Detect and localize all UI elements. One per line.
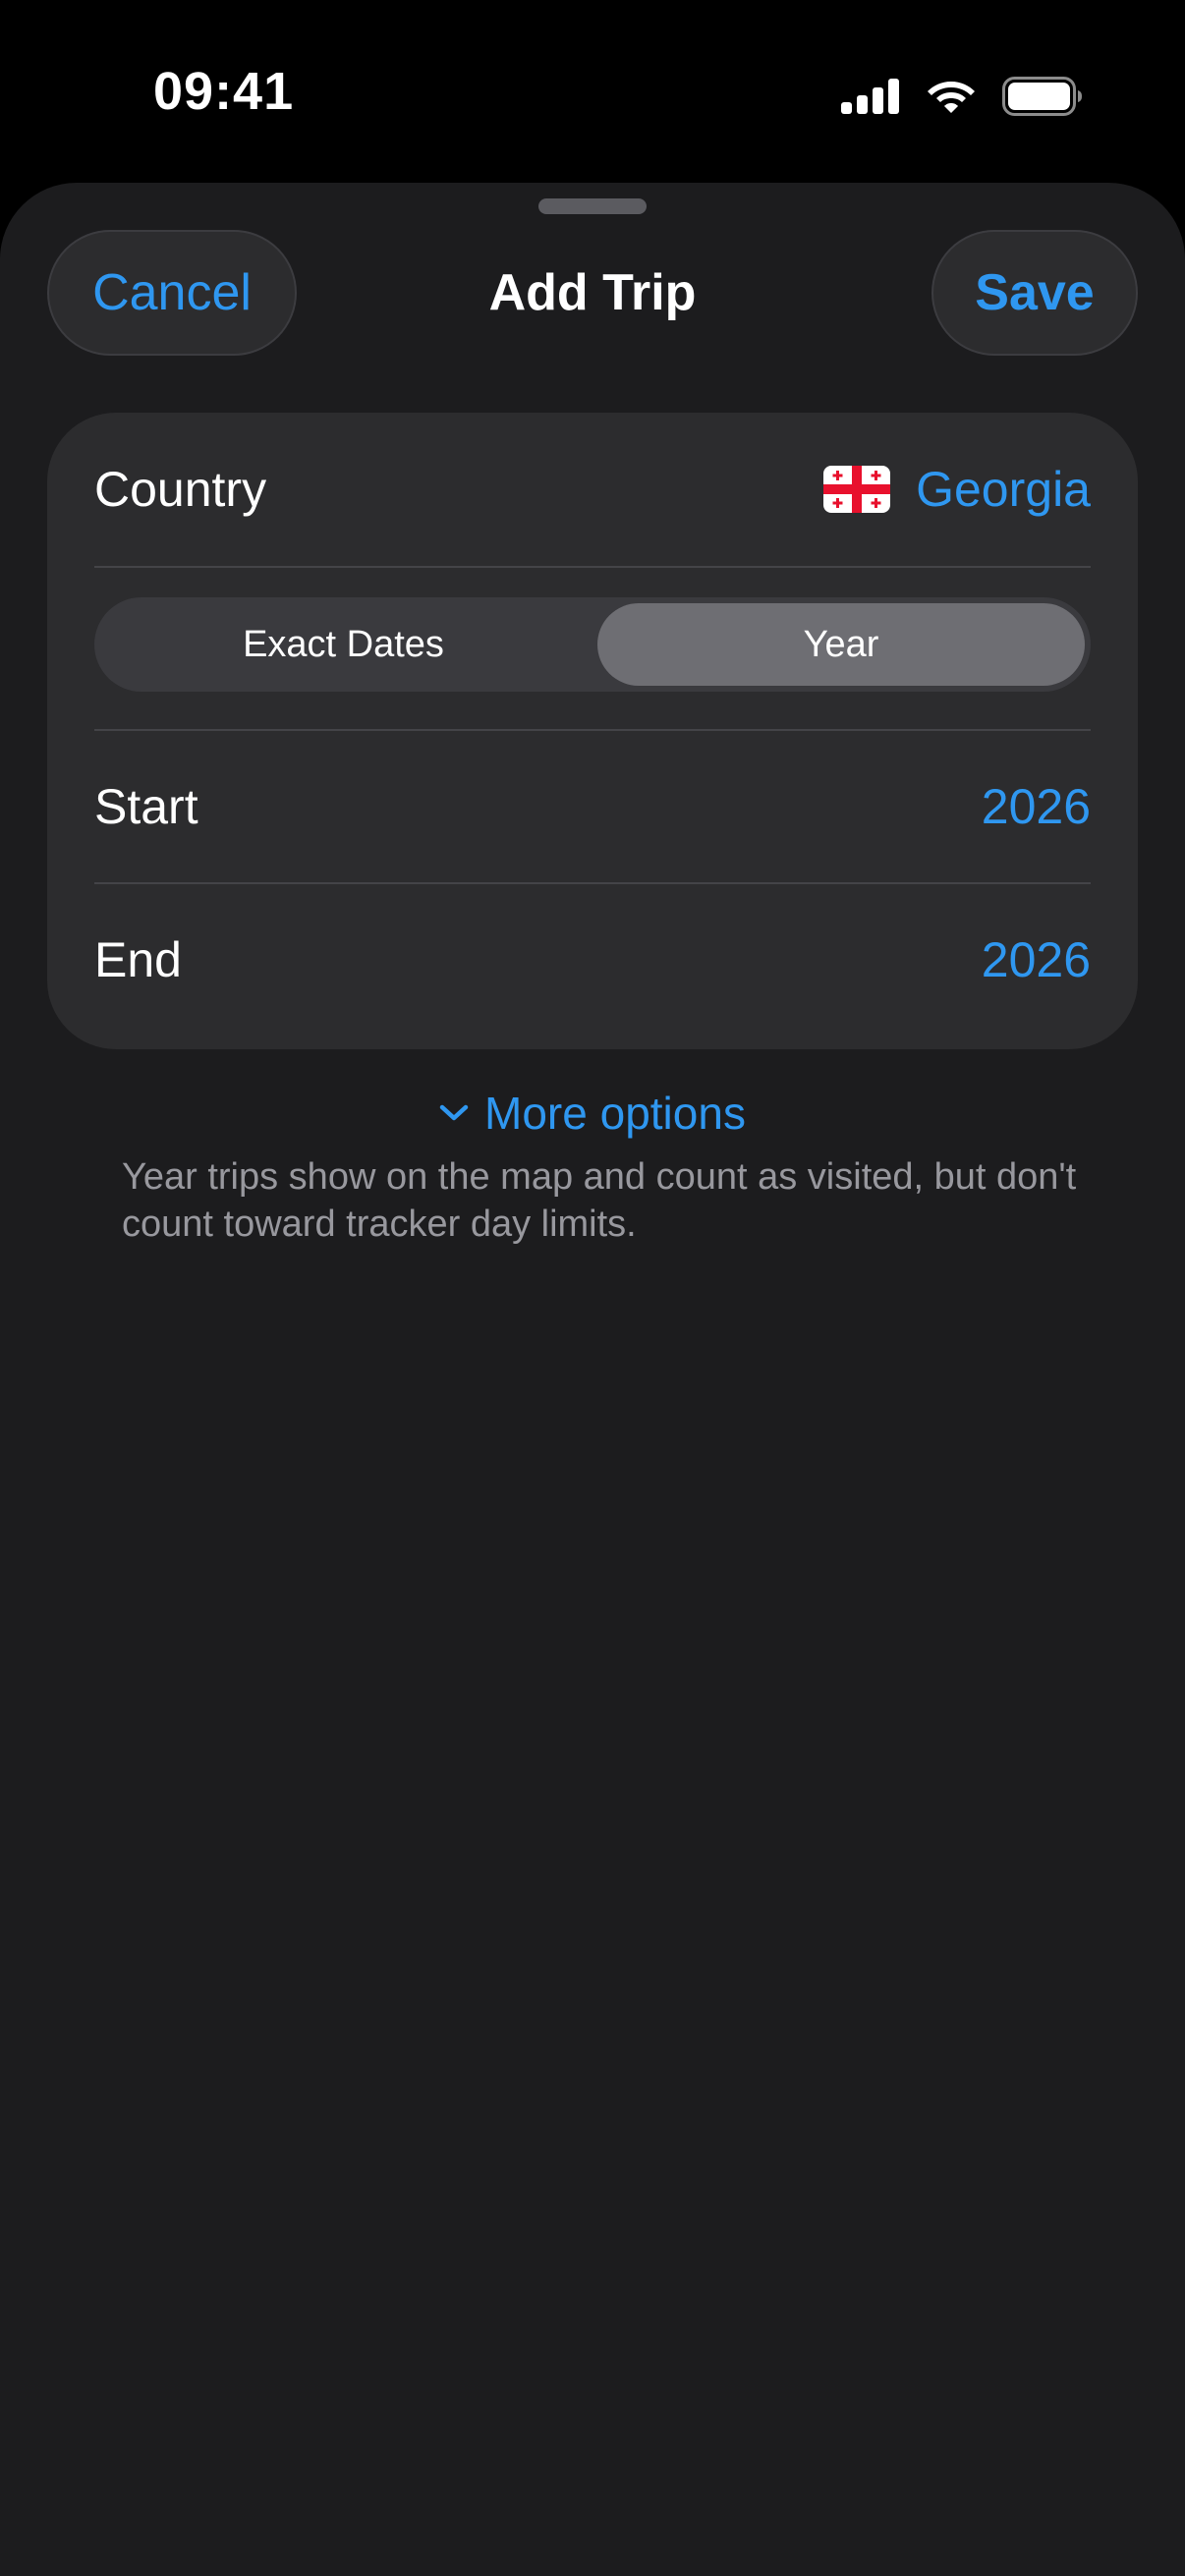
status-bar: 09:41 bbox=[0, 0, 1185, 187]
start-value[interactable]: 2026 bbox=[982, 778, 1091, 835]
country-value: Georgia bbox=[916, 462, 1091, 517]
end-value[interactable]: 2026 bbox=[982, 931, 1091, 988]
segment-exact-dates[interactable]: Exact Dates bbox=[94, 597, 592, 692]
cellular-signal-icon bbox=[841, 79, 899, 114]
cancel-button[interactable]: Cancel bbox=[47, 230, 297, 356]
country-row[interactable]: Country Georgia bbox=[94, 413, 1091, 566]
end-label: End bbox=[94, 932, 182, 987]
trip-form-card: Country Georgia Exact Dates Year Start 2… bbox=[47, 413, 1138, 1049]
country-label: Country bbox=[94, 462, 267, 517]
status-time: 09:41 bbox=[153, 62, 295, 121]
sheet-grabber[interactable] bbox=[538, 198, 647, 214]
status-icons bbox=[841, 73, 1083, 120]
georgia-flag-icon bbox=[823, 466, 891, 513]
save-button[interactable]: Save bbox=[931, 230, 1138, 356]
segment-year-selected[interactable]: Year bbox=[597, 603, 1085, 686]
wifi-icon bbox=[928, 82, 975, 113]
add-trip-sheet: Cancel Add Trip Save Country Georgia Exa… bbox=[0, 183, 1185, 2576]
date-mode-segmented-control: Exact Dates Year bbox=[94, 597, 1091, 692]
chevron-down-icon bbox=[439, 1104, 469, 1121]
start-label: Start bbox=[94, 779, 198, 834]
divider bbox=[94, 566, 1091, 568]
screen: 09:41 Cancel Add Trip Save Country Georg… bbox=[0, 0, 1185, 2576]
start-row[interactable]: Start 2026 bbox=[94, 731, 1091, 882]
country-value-group[interactable]: Georgia bbox=[823, 461, 1091, 518]
year-trips-footnote: Year trips show on the map and count as … bbox=[122, 1156, 1077, 1245]
battery-icon bbox=[1002, 77, 1082, 116]
end-row[interactable]: End 2026 bbox=[94, 884, 1091, 1036]
more-options-label: More options bbox=[484, 1088, 746, 1139]
more-options-button[interactable]: More options bbox=[0, 1079, 1185, 1148]
